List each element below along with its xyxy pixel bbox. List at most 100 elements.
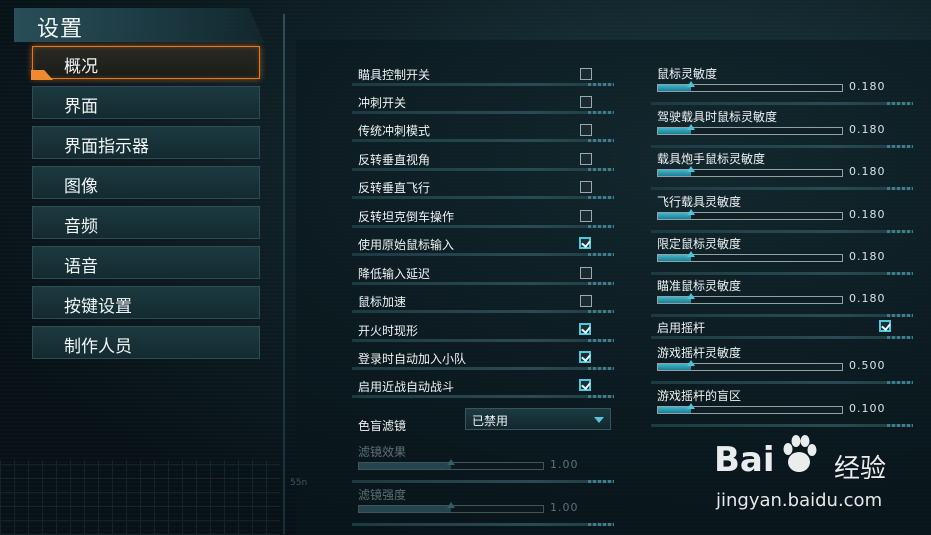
watermark-brand: Bai [714, 440, 775, 480]
slider-handle[interactable] [687, 166, 695, 172]
option-row[interactable]: 反转垂直飞行 [352, 173, 614, 201]
row-divider [651, 424, 913, 427]
slider-label: 滤镜效果 [358, 445, 407, 459]
slider-track[interactable] [657, 212, 843, 220]
checkbox-checked[interactable] [579, 379, 591, 391]
nav-item-voice[interactable]: 语音 [32, 246, 260, 279]
checkbox[interactable] [580, 153, 592, 165]
slider-handle[interactable] [687, 360, 695, 366]
checkbox[interactable] [580, 267, 592, 279]
nav-item-hud[interactable]: 界面指示器 [32, 126, 260, 159]
row-divider [352, 83, 614, 86]
checkbox-checked[interactable] [579, 323, 591, 335]
option-row[interactable]: 冲刺开关 [352, 88, 614, 116]
slider-value: 0.180 [849, 80, 886, 93]
option-row[interactable]: 启用近战自动战斗 [352, 372, 614, 400]
slider-track[interactable] [657, 127, 843, 135]
slider-label: 鼠标灵敏度 [657, 67, 718, 81]
slider-handle[interactable] [687, 403, 695, 409]
row-divider [352, 523, 614, 526]
option-label: 冲刺开关 [358, 96, 407, 110]
option-label: 鼠标加速 [358, 295, 407, 309]
option-label: 使用原始鼠标输入 [358, 238, 455, 252]
page-title: 设置 [37, 17, 84, 42]
row-divider [651, 102, 913, 105]
checkbox-checked[interactable] [579, 351, 591, 363]
watermark-jingyan: 经验 [834, 454, 887, 484]
row-divider [352, 253, 614, 256]
nav-item-label: 界面 [64, 97, 98, 117]
watermark-url: jingyan.baidu.com [716, 490, 883, 511]
nav-item-interface[interactable]: 界面 [32, 86, 260, 119]
slider-handle[interactable] [687, 251, 695, 257]
slider-handle[interactable] [687, 209, 695, 215]
sensitivity-row: 载具炮手鼠标灵敏度 0.180 [651, 148, 913, 190]
row-divider [352, 367, 614, 370]
slider-track[interactable] [657, 296, 843, 304]
slider-handle[interactable] [447, 502, 455, 508]
option-row[interactable]: 登录时自动加入小队 [352, 344, 614, 372]
joystick-sensitivity-row: 游戏摇杆灵敏度 0.500 [651, 342, 913, 384]
active-accent [31, 70, 53, 80]
row-divider [352, 282, 614, 285]
slider-fill [359, 463, 451, 469]
slider-label: 载具炮手鼠标灵敏度 [657, 152, 766, 166]
nav-item-label: 音频 [64, 217, 98, 237]
checkbox[interactable] [580, 124, 592, 136]
slider-fill [359, 506, 451, 512]
option-row[interactable]: 鼠标加速 [352, 287, 614, 315]
checkbox[interactable] [580, 68, 592, 80]
checkbox-checked[interactable] [579, 237, 591, 249]
slider-track[interactable] [657, 169, 843, 177]
dropdown-value: 已禁用 [472, 414, 509, 428]
nav-item-keybinds[interactable]: 按键设置 [32, 286, 260, 319]
slider-value: 0.500 [849, 359, 886, 372]
checkbox[interactable] [580, 210, 592, 222]
slider-handle[interactable] [687, 124, 695, 130]
filter-effect-row: 滤镜效果 1.00 [352, 441, 614, 483]
slider-value: 1.00 [550, 458, 579, 471]
option-row[interactable]: 使用原始鼠标输入 [352, 230, 614, 258]
slider-label: 驾驶载具时鼠标灵敏度 [657, 110, 778, 124]
row-divider [651, 187, 913, 190]
slider-track[interactable] [657, 254, 843, 262]
nav-item-audio[interactable]: 音频 [32, 206, 260, 239]
option-row[interactable]: 传统冲刺模式 [352, 116, 614, 144]
colorblind-dropdown[interactable]: 已禁用 [465, 408, 611, 430]
option-row[interactable]: 瞄具控制开关 [352, 60, 614, 88]
option-row[interactable]: 开火时现形 [352, 316, 614, 344]
filter-strength-row: 滤镜强度 1.00 [352, 484, 614, 526]
checkbox[interactable] [580, 181, 592, 193]
slider-value: 1.00 [550, 501, 579, 514]
slider-track[interactable] [657, 363, 843, 371]
slider-handle[interactable] [687, 293, 695, 299]
option-row[interactable]: 反转垂直视角 [352, 145, 614, 173]
nav-item-graphics[interactable]: 图像 [32, 166, 260, 199]
option-label: 瞄具控制开关 [358, 68, 431, 82]
option-label: 传统冲刺模式 [358, 124, 431, 138]
slider-track[interactable] [657, 84, 843, 92]
option-row[interactable]: 降低输入延迟 [352, 259, 614, 287]
checkbox[interactable] [580, 295, 592, 307]
slider-handle[interactable] [447, 459, 455, 465]
option-label: 启用摇杆 [657, 321, 706, 335]
slider-handle[interactable] [687, 81, 695, 87]
checkbox-checked[interactable] [879, 320, 891, 332]
colorblind-row: 色盲滤镜 已禁用 [352, 408, 614, 438]
nav-item-credits[interactable]: 制作人员 [32, 326, 260, 359]
slider-value: 0.180 [849, 165, 886, 178]
option-row[interactable]: 反转坦克倒车操作 [352, 202, 614, 230]
slider-value: 0.180 [849, 123, 886, 136]
sensitivity-row: 飞行载具灵敏度 0.180 [651, 191, 913, 233]
joystick-row[interactable]: 启用摇杆 [651, 313, 913, 341]
checkbox[interactable] [580, 96, 592, 108]
slider-label: 游戏摇杆的盲区 [657, 389, 742, 403]
nav-item-overview[interactable]: 概况 [31, 46, 260, 80]
option-label: 降低输入延迟 [358, 267, 431, 281]
nav-item-label: 制作人员 [64, 337, 132, 357]
row-divider [352, 111, 614, 114]
row-divider [352, 168, 614, 171]
slider-track[interactable] [657, 406, 843, 414]
sensitivity-row: 鼠标灵敏度 0.180 [651, 63, 913, 105]
row-divider [352, 225, 614, 228]
